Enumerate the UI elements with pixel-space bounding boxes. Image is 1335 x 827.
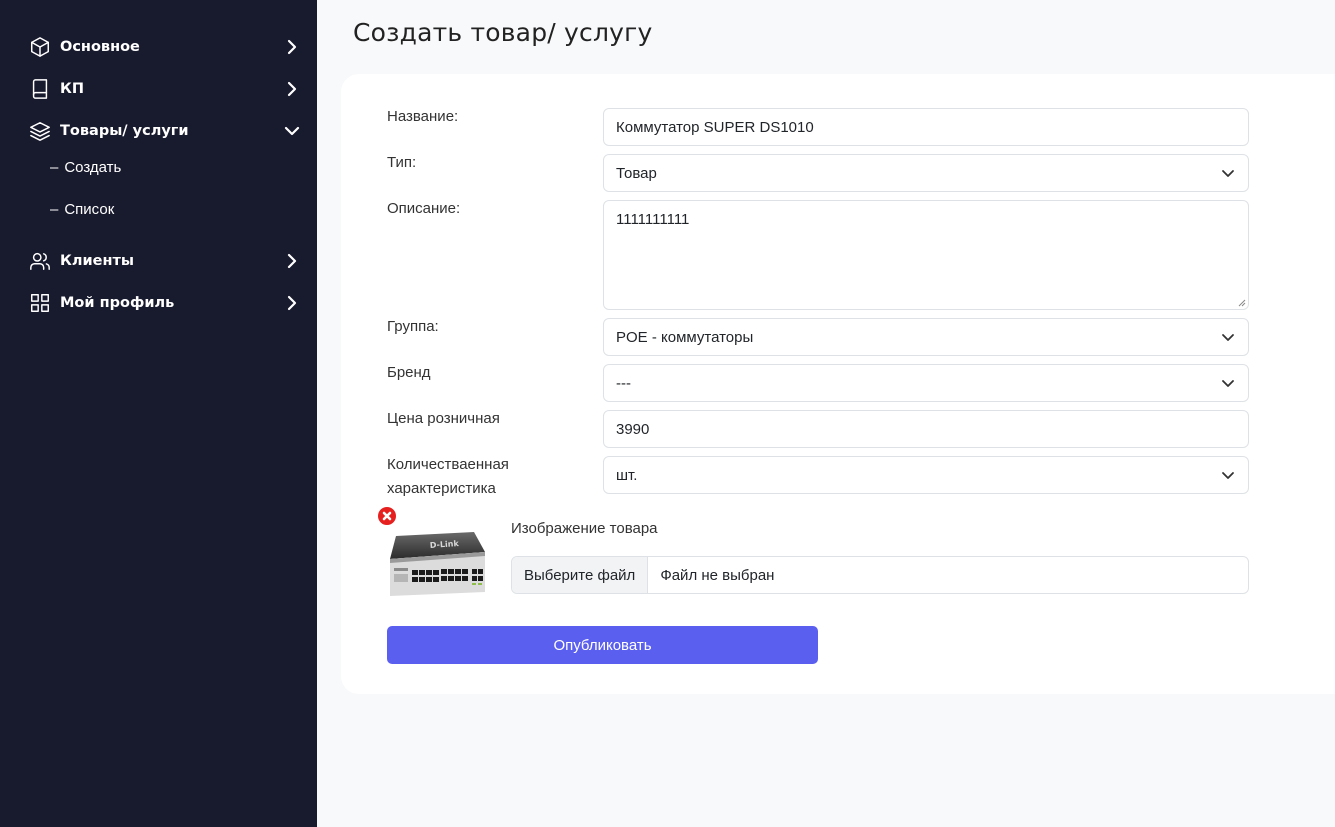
sidebar-subitem-label: Создать [64, 158, 122, 176]
sidebar-item-label: КП [60, 81, 84, 97]
resize-grip-icon[interactable] [1236, 297, 1246, 307]
layers-icon [28, 119, 52, 143]
sidebar-item-main[interactable]: Основное [28, 33, 302, 61]
chevron-right-icon [282, 251, 302, 271]
group-select[interactable]: POE - коммутаторы [603, 318, 1249, 356]
type-select[interactable]: Товар [603, 154, 1249, 192]
description-label: Описание: [387, 200, 461, 217]
chevron-right-icon [282, 79, 302, 99]
name-input[interactable]: Коммутатор SUPER DS1010 [603, 108, 1249, 146]
book-icon [28, 77, 52, 101]
brand-select[interactable]: --- [603, 364, 1249, 402]
type-label: Тип: [387, 154, 417, 171]
chevron-down-icon [1220, 329, 1236, 345]
name-value: Коммутатор SUPER DS1010 [616, 118, 814, 136]
cube-icon [28, 35, 52, 59]
dash-icon: – [50, 200, 59, 218]
sidebar-item-clients[interactable]: Клиенты [28, 247, 302, 275]
sidebar-subitem-create[interactable]: – Создать [50, 156, 121, 178]
dash-icon: – [50, 158, 59, 176]
group-label: Группа: [387, 318, 439, 335]
price-value: 3990 [616, 420, 650, 438]
chevron-down-icon [1220, 375, 1236, 391]
grid-icon [28, 291, 52, 315]
sidebar-item-kp[interactable]: КП [28, 75, 302, 103]
file-status: Файл не выбран [660, 566, 775, 584]
chevron-down-icon [282, 121, 302, 141]
sidebar-item-label: Клиенты [60, 253, 135, 269]
sidebar-subitem-list[interactable]: – Список [50, 198, 114, 220]
close-icon [382, 511, 392, 521]
sidebar-item-label: Товары/ услуги [60, 123, 189, 139]
sidebar-item-profile[interactable]: Мой профиль [28, 289, 302, 317]
chevron-right-icon [282, 293, 302, 313]
users-icon [28, 249, 52, 273]
description-value: 1111111111 [616, 211, 690, 228]
sidebar-subitem-label: Список [64, 200, 115, 218]
product-image: D-Link [390, 532, 485, 596]
remove-image-button[interactable] [376, 505, 398, 527]
page-title: Создать товар/ услугу [353, 18, 653, 47]
chevron-down-icon [1220, 165, 1236, 181]
brand-label: Бренд [387, 364, 431, 381]
chevron-down-icon [1220, 467, 1236, 483]
price-input[interactable]: 3990 [603, 410, 1249, 448]
unit-label-line2: характеристика [387, 480, 496, 497]
chevron-right-icon [282, 37, 302, 57]
type-value: Товар [616, 164, 657, 182]
sidebar-item-products[interactable]: Товары/ услуги [28, 117, 302, 145]
group-value: POE - коммутаторы [616, 328, 754, 346]
unit-label-line1: Количестваенная [387, 456, 509, 473]
brand-value: --- [616, 374, 631, 392]
price-label: Цена розничная [387, 410, 500, 427]
sidebar: Основное КП Товары/ услуги – Создать – С… [0, 0, 317, 827]
sidebar-item-label: Мой профиль [60, 295, 175, 311]
unit-label: Количестваенная характеристика [387, 457, 509, 497]
name-label: Название: [387, 108, 459, 125]
unit-value: шт. [616, 466, 638, 484]
file-input[interactable]: Выберите файл Файл не выбран [511, 556, 1249, 594]
sidebar-item-label: Основное [60, 39, 140, 55]
unit-select[interactable]: шт. [603, 456, 1249, 494]
publish-button[interactable]: Опубликовать [387, 626, 818, 664]
image-label: Изображение товара [511, 520, 658, 537]
choose-file-button[interactable]: Выберите файл [512, 557, 649, 593]
description-textarea[interactable]: 1111111111 [603, 200, 1249, 310]
